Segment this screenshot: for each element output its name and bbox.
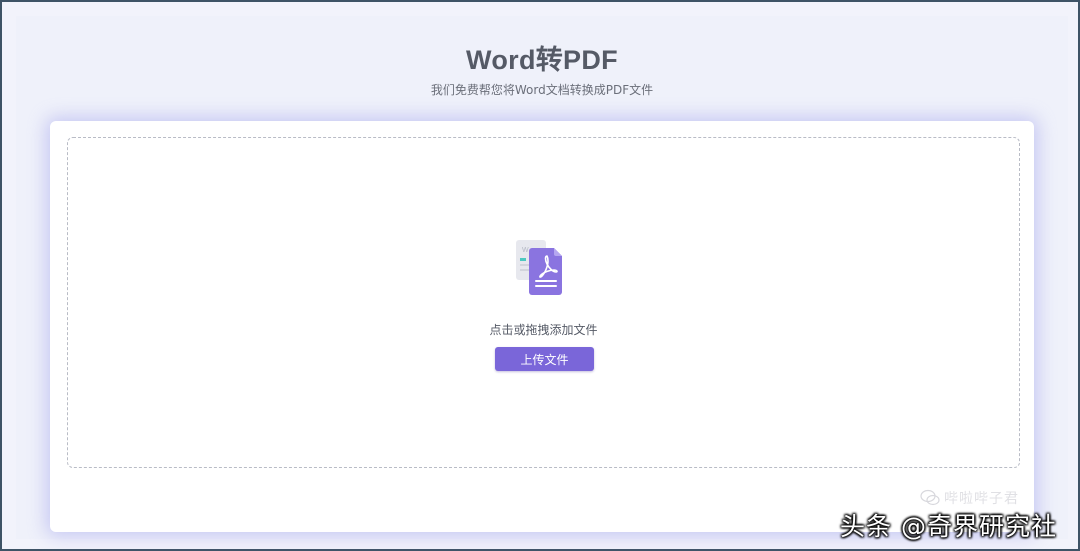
upload-file-button[interactable]: 上传文件 bbox=[495, 347, 594, 371]
dropzone-hint: 点击或拖拽添加文件 bbox=[489, 323, 598, 337]
file-dropzone[interactable]: W 点击或拖拽添加文件 上传文件 bbox=[67, 137, 1020, 468]
toutiao-watermark: 头条 @奇界研究社 bbox=[840, 512, 1057, 541]
screenshot-frame: Word转PDF 我们免费帮您将Word文档转换成PDF文件 W 点击或拖拽添加… bbox=[0, 0, 1080, 551]
page-subtitle: 我们免费帮您将Word文档转换成PDF文件 bbox=[430, 83, 654, 97]
svg-text:W: W bbox=[522, 247, 529, 254]
upload-card: W 点击或拖拽添加文件 上传文件 bbox=[50, 121, 1034, 532]
word-to-pdf-icon: W bbox=[514, 238, 576, 300]
wechat-watermark-text: 哔啦哔子君 bbox=[944, 491, 1019, 507]
page-title: Word转PDF bbox=[466, 45, 618, 75]
wechat-icon bbox=[920, 489, 940, 506]
